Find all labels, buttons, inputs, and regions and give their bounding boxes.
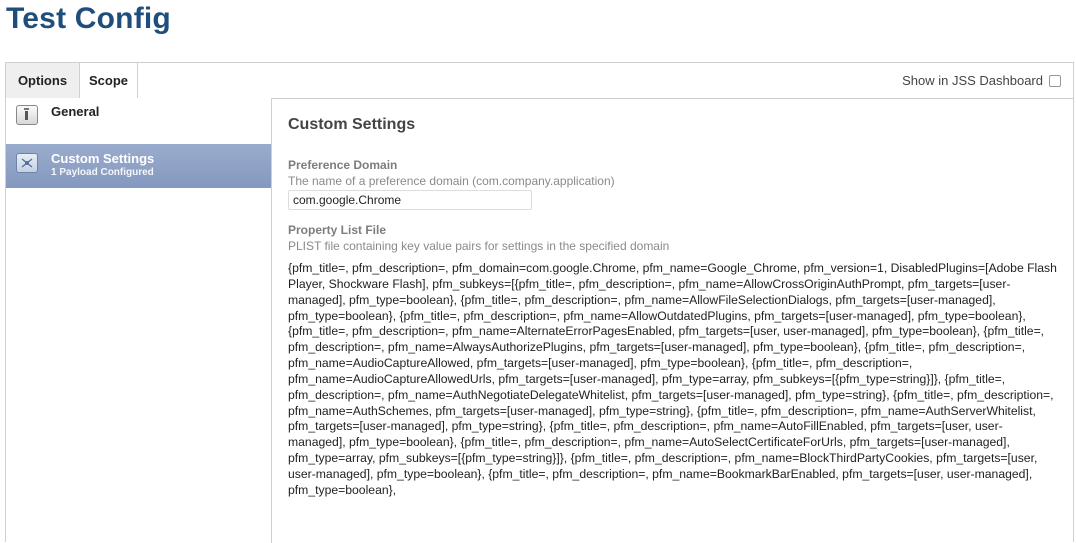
- custom-settings-icon: [16, 153, 38, 173]
- preference-domain-label: Preference Domain: [288, 158, 398, 172]
- tab-options[interactable]: Options: [6, 63, 80, 98]
- preference-domain-input[interactable]: [288, 190, 532, 210]
- sidebar-item-label: General: [51, 104, 100, 119]
- dashboard-toggle[interactable]: Show in JSS Dashboard: [902, 63, 1061, 98]
- dashboard-label: Show in JSS Dashboard: [902, 73, 1043, 88]
- sidebar-item-custom-settings[interactable]: Custom Settings 1 Payload Configured: [6, 144, 271, 188]
- sidebar-item-general[interactable]: General: [6, 98, 271, 143]
- tab-bar: Options Scope Show in JSS Dashboard: [6, 63, 1073, 99]
- dashboard-checkbox[interactable]: [1049, 74, 1061, 87]
- page-title: Test Config: [6, 2, 171, 35]
- sidebar-item-label: Custom Settings: [51, 151, 155, 166]
- section-title: Custom Settings: [288, 116, 416, 133]
- payload-sidebar: General Custom Settings 1 Payload Config…: [6, 98, 272, 543]
- general-payload-icon: [16, 105, 38, 125]
- plist-content[interactable]: {pfm_title=, pfm_description=, pfm_domai…: [288, 261, 1058, 499]
- tab-scope[interactable]: Scope: [80, 63, 138, 98]
- plist-file-description: PLIST file containing key value pairs fo…: [288, 239, 670, 253]
- preference-domain-description: The name of a preference domain (com.com…: [288, 174, 615, 188]
- payload-settings: Custom Settings Preference Domain The na…: [272, 98, 1073, 543]
- config-panel: Options Scope Show in JSS Dashboard Gene…: [5, 62, 1074, 543]
- plist-file-label: Property List File: [288, 223, 387, 237]
- payload-count: 1 Payload Configured: [51, 167, 154, 178]
